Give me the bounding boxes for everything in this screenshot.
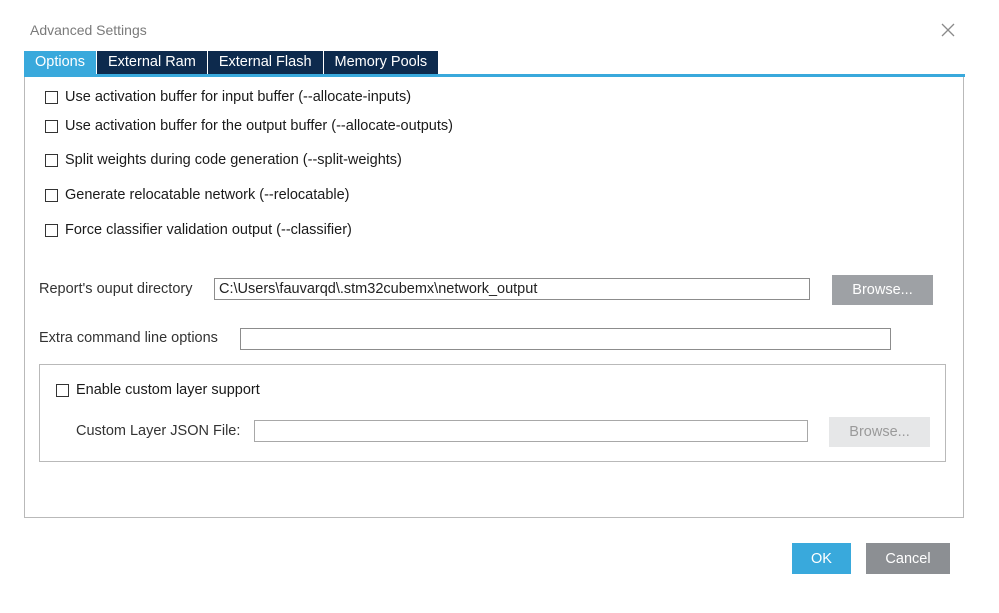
classifier-option[interactable]: Force classifier validation output (--cl… [45, 222, 352, 238]
tab-external-flash[interactable]: External Flash [207, 51, 324, 74]
allocate-outputs-option[interactable]: Use activation buffer for the output buf… [45, 118, 453, 134]
classifier-label: Force classifier validation output (--cl… [65, 222, 352, 238]
enable-custom-layer-label: Enable custom layer support [76, 382, 260, 398]
allocate-inputs-option[interactable]: Use activation buffer for input buffer (… [45, 89, 411, 105]
custom-layer-json-input[interactable] [254, 420, 808, 442]
split-weights-option[interactable]: Split weights during code generation (--… [45, 152, 402, 168]
split-weights-checkbox[interactable] [45, 153, 58, 167]
relocatable-label: Generate relocatable network (--relocata… [65, 187, 350, 203]
report-dir-input[interactable] [214, 278, 810, 300]
classifier-checkbox[interactable] [45, 223, 58, 237]
allocate-outputs-label: Use activation buffer for the output buf… [65, 118, 453, 134]
allocate-outputs-checkbox[interactable] [45, 119, 58, 133]
tab-bar: Options External Ram External Flash Memo… [24, 51, 439, 74]
relocatable-checkbox[interactable] [45, 188, 58, 202]
custom-layer-group [39, 364, 946, 462]
dialog-title: Advanced Settings [30, 22, 147, 38]
allocate-inputs-label: Use activation buffer for input buffer (… [65, 89, 412, 105]
enable-custom-layer-option[interactable]: Enable custom layer support [56, 382, 260, 398]
close-icon[interactable] [938, 20, 958, 40]
tab-external-ram[interactable]: External Ram [96, 51, 208, 74]
tab-options[interactable]: Options [24, 51, 97, 74]
allocate-inputs-checkbox[interactable] [45, 90, 58, 104]
report-dir-label: Report's ouput directory [39, 281, 193, 297]
tab-memory-pools[interactable]: Memory Pools [323, 51, 439, 74]
custom-layer-json-label: Custom Layer JSON File: [76, 423, 241, 439]
report-dir-browse-button[interactable]: Browse... [832, 275, 933, 305]
enable-custom-layer-checkbox[interactable] [56, 383, 69, 397]
split-weights-label: Split weights during code generation (--… [65, 152, 402, 168]
relocatable-option[interactable]: Generate relocatable network (--relocata… [45, 187, 350, 203]
cancel-button[interactable]: Cancel [866, 543, 950, 574]
custom-layer-browse-button[interactable]: Browse... [829, 417, 930, 447]
ok-button[interactable]: OK [792, 543, 851, 574]
extra-options-input[interactable] [240, 328, 891, 350]
extra-options-label: Extra command line options [39, 330, 218, 346]
